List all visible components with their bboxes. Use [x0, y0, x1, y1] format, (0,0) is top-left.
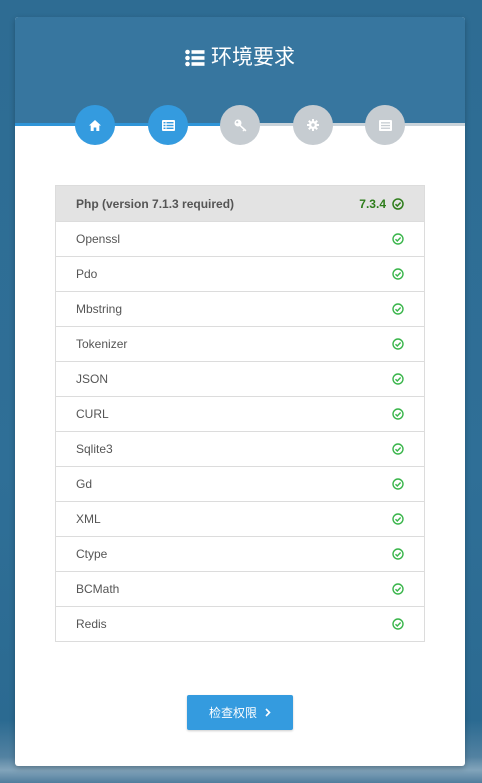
check-circle-icon — [392, 233, 404, 245]
extension-label: Pdo — [76, 267, 98, 281]
extension-label: CURL — [76, 407, 109, 421]
step-final[interactable] — [365, 105, 405, 145]
table-row: Pdo — [56, 257, 424, 292]
table-row: CURL — [56, 397, 424, 432]
check-circle-icon — [392, 548, 404, 560]
step-requirements[interactable] — [148, 105, 188, 145]
extension-label: Redis — [76, 617, 107, 631]
php-version: 7.3.4 — [359, 196, 386, 211]
check-circle-icon — [392, 303, 404, 315]
check-circle-icon — [392, 513, 404, 525]
table-row: BCMath — [56, 572, 424, 607]
check-circle-icon — [392, 197, 404, 210]
extension-label: BCMath — [76, 582, 120, 596]
home-icon — [89, 119, 101, 131]
progress-line-remaining — [240, 123, 465, 126]
page-title: 环境要求 — [15, 45, 465, 74]
check-permissions-label: 检查权限 — [208, 706, 257, 720]
check-circle-icon — [392, 583, 404, 595]
step-permissions[interactable] — [220, 105, 260, 145]
extension-label: Ctype — [76, 547, 108, 561]
check-circle-icon — [392, 373, 404, 385]
table-row-php: Php (version 7.1.3 required) 7.3.4 — [56, 186, 424, 222]
check-circle-icon — [392, 338, 404, 350]
check-permissions-button[interactable]: 检查权限 — [187, 695, 293, 730]
check-circle-icon — [392, 618, 404, 630]
check-circle-icon — [392, 443, 404, 455]
table-row: Gd — [56, 467, 424, 502]
table-row: JSON — [56, 362, 424, 397]
server-icon — [378, 119, 392, 131]
table-row: XML — [56, 502, 424, 537]
extension-label: JSON — [76, 372, 109, 386]
extension-label: Mbstring — [76, 302, 123, 316]
table-row: Redis — [56, 607, 424, 642]
php-requirement-label: Php (version 7.1.3 required) — [76, 196, 235, 211]
check-circle-icon — [392, 478, 404, 490]
gear-icon — [307, 119, 319, 131]
step-welcome[interactable] — [75, 105, 115, 145]
table-row: Openssl — [56, 222, 424, 257]
extension-label: XML — [76, 512, 101, 526]
key-icon — [234, 119, 246, 131]
check-circle-icon — [392, 408, 404, 420]
table-row: Ctype — [56, 537, 424, 572]
page-title-text: 环境要求 — [211, 46, 295, 69]
step-environment[interactable] — [293, 105, 333, 145]
extension-label: Gd — [76, 477, 93, 491]
table-row: Mbstring — [56, 292, 424, 327]
extension-label: Tokenizer — [76, 337, 128, 351]
table-row: Sqlite3 — [56, 432, 424, 467]
installer-card: 环境要求 Php (version 7.1.3 required) 7.3.4 … — [15, 17, 465, 766]
chevron-right-icon — [265, 708, 271, 717]
requirements-table: Php (version 7.1.3 required) 7.3.4 Opens… — [55, 185, 425, 642]
table-row: Tokenizer — [56, 327, 424, 362]
extension-label: Openssl — [76, 232, 121, 246]
list-icon — [161, 119, 175, 131]
extension-label: Sqlite3 — [76, 442, 113, 456]
list-icon — [185, 48, 205, 74]
check-circle-icon — [392, 268, 404, 280]
